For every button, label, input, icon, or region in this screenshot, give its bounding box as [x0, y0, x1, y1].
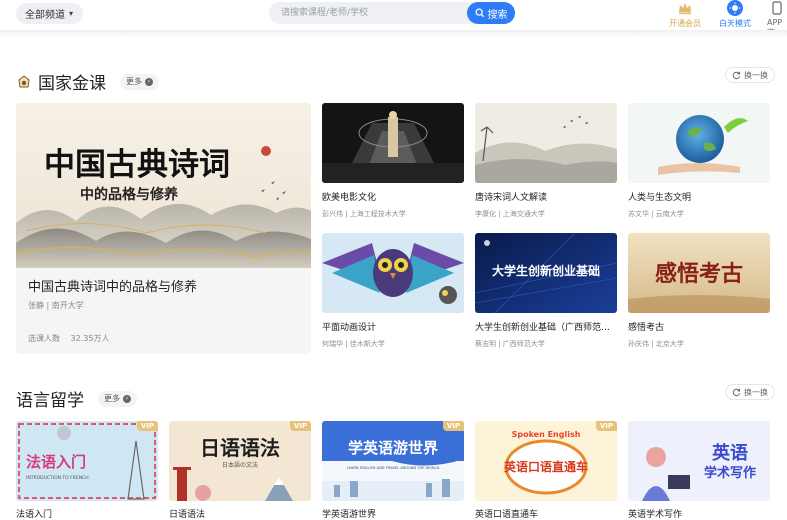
search-button-label: 搜索	[487, 9, 508, 21]
phone-icon	[769, 0, 785, 16]
course-card[interactable]: 平面动画设计 何瑞华 | 佳木斯大学	[322, 233, 464, 349]
featured-course-title: 中国古典诗词中的品格与修养	[28, 280, 198, 295]
course-image-subtext: LEARN ENGLISH AND TRAVEL AROUND THE WORL…	[347, 466, 440, 470]
enroll-label: 选课人数	[28, 334, 60, 343]
language-section-header: 语言留学 更多 ›	[16, 386, 137, 411]
vip-badge: VIP	[136, 421, 158, 431]
course-image-text: 日语语法	[200, 436, 280, 460]
course-title: 日语语法	[169, 510, 206, 520]
search-input[interactable]	[281, 5, 461, 21]
chevron-right-icon: ›	[145, 77, 153, 86]
national-section-header: 国家金课 更多 ›	[16, 69, 159, 94]
course-card[interactable]: 大学生创新创业基础 大学生创新创业基础（广西师范大学） 蔡志明 | 广西师范大学	[475, 233, 617, 349]
course-thumbnail: 大学生创新创业基础	[475, 233, 617, 313]
swap-button[interactable]: 换一换	[725, 67, 775, 83]
featured-image-title: 中国古典诗词	[44, 147, 230, 183]
course-title: 平面动画设计	[322, 323, 377, 333]
vip-button[interactable]: 开通会员	[669, 0, 701, 29]
course-thumbnail: Spoken English 英语口语直通车 VIP	[475, 421, 617, 501]
course-card[interactable]: 欧美电影文化 彭兴伟 | 上海工程技术大学	[322, 103, 464, 219]
section-title: 国家金课	[38, 74, 106, 94]
course-teacher: 李康化 | 上海交通大学	[475, 210, 545, 218]
course-title: 法语入门	[16, 510, 53, 520]
course-title: 学英语游世界	[322, 510, 377, 520]
daymode-label: 白天模式	[719, 19, 751, 28]
search-icon	[475, 8, 484, 18]
course-title: 欧美电影文化	[322, 193, 377, 203]
course-image-subtext: 日本語の文法	[222, 461, 258, 469]
course-card[interactable]: 英语学术写作 英语学术写作	[628, 421, 770, 520]
course-image-text: 大学生创新创业基础	[492, 263, 600, 278]
course-image-text: 学英语游世界	[348, 439, 438, 457]
course-thumbnail: 英语学术写作	[628, 421, 770, 501]
course-title: 人类与生态文明	[628, 193, 692, 203]
more-label: 更多	[126, 77, 142, 86]
section-title: 语言留学	[16, 391, 84, 411]
daymode-button[interactable]: 白天模式	[719, 0, 751, 29]
course-image-text: 英语口语直通车	[504, 459, 588, 474]
course-teacher: 何瑞华 | 佳木斯大学	[322, 340, 385, 348]
header-shadow	[0, 30, 787, 38]
course-thumbnail	[628, 103, 770, 183]
swap-label: 换一换	[744, 70, 768, 80]
chevron-down-icon: ▾	[69, 9, 74, 18]
course-thumbnail	[322, 103, 464, 183]
course-card[interactable]: 学英语游世界 LEARN ENGLISH AND TRAVEL AROUND T…	[322, 421, 464, 520]
featured-course-enroll: 选课人数 32.35万人	[28, 333, 109, 344]
refresh-icon	[732, 388, 741, 396]
enroll-value: 32.35万人	[70, 334, 110, 343]
course-thumbnail: 法语入门 INTRODUCTION TO FRENCH VIP	[16, 421, 158, 501]
course-image-text: 法语入门	[26, 453, 86, 471]
course-card[interactable]: 法语入门 INTRODUCTION TO FRENCH VIP 法语入门	[16, 421, 158, 520]
course-card[interactable]: 唐诗宋词人文解读 李康化 | 上海交通大学	[475, 103, 617, 219]
swap-label: 换一换	[744, 387, 768, 397]
vip-label: 开通会员	[669, 19, 701, 28]
course-thumbnail	[475, 103, 617, 183]
course-card[interactable]: 感悟考古 感悟考古 孙庆伟 | 北京大学	[628, 233, 770, 349]
course-image-text: 感悟考古	[655, 261, 743, 287]
course-image-subtext: Spoken English	[512, 430, 581, 439]
crown-icon	[677, 0, 693, 16]
course-title: 大学生创新创业基础（广西师范大学）	[475, 323, 617, 333]
featured-course-image: 中国古典诗词 中的品格与修养	[16, 103, 311, 268]
course-teacher: 孙庆伟 | 北京大学	[628, 340, 684, 348]
top-header: 全部频道 ▾ 搜索 开通会员 白天模式 APP下	[0, 0, 787, 37]
course-thumbnail: 学英语游世界 LEARN ENGLISH AND TRAVEL AROUND T…	[322, 421, 464, 501]
search-button[interactable]: 搜索	[467, 2, 515, 24]
more-label: 更多	[104, 394, 120, 403]
channel-dropdown[interactable]: 全部频道 ▾	[16, 3, 83, 24]
course-title: 唐诗宋词人文解读	[475, 193, 548, 203]
channel-dropdown-label: 全部频道	[25, 10, 65, 21]
vip-badge: VIP	[595, 421, 617, 431]
vip-badge: VIP	[289, 421, 311, 431]
chevron-right-icon: ›	[123, 394, 131, 403]
course-image-subtext: INTRODUCTION TO FRENCH	[26, 475, 89, 481]
featured-image-subtitle: 中的品格与修养	[80, 186, 179, 203]
course-teacher: 蔡志明 | 广西师范大学	[475, 340, 545, 348]
swap-button[interactable]: 换一换	[725, 384, 775, 400]
more-button[interactable]: 更多 ›	[120, 73, 159, 90]
more-button[interactable]: 更多 ›	[98, 390, 137, 407]
course-thumbnail: 日语语法 日本語の文法 VIP	[169, 421, 311, 501]
course-teacher: 彭兴伟 | 上海工程技术大学	[322, 210, 406, 218]
course-card[interactable]: 人类与生态文明 苏文华 | 云南大学	[628, 103, 770, 219]
course-thumbnail: 感悟考古	[628, 233, 770, 313]
refresh-icon	[732, 71, 741, 79]
course-teacher: 苏文华 | 云南大学	[628, 210, 684, 218]
featured-course-card[interactable]: 中国古典诗词 中的品格与修养 中国古典诗词中的品格与修养 张静 | 南开大学 选…	[16, 103, 311, 354]
search-bar: 搜索	[269, 2, 515, 24]
medal-icon	[18, 74, 30, 87]
course-title: 感悟考古	[628, 323, 665, 333]
course-card[interactable]: Spoken English 英语口语直通车 VIP 英语口语直通车	[475, 421, 617, 520]
course-title: 英语学术写作	[628, 510, 683, 520]
course-thumbnail	[322, 233, 464, 313]
featured-course-teacher: 张静 | 南开大学	[28, 301, 84, 310]
course-card[interactable]: 日语语法 日本語の文法 VIP 日语语法	[169, 421, 311, 520]
course-title: 英语口语直通车	[475, 510, 539, 520]
vip-badge: VIP	[442, 421, 464, 431]
sun-icon	[727, 0, 743, 16]
